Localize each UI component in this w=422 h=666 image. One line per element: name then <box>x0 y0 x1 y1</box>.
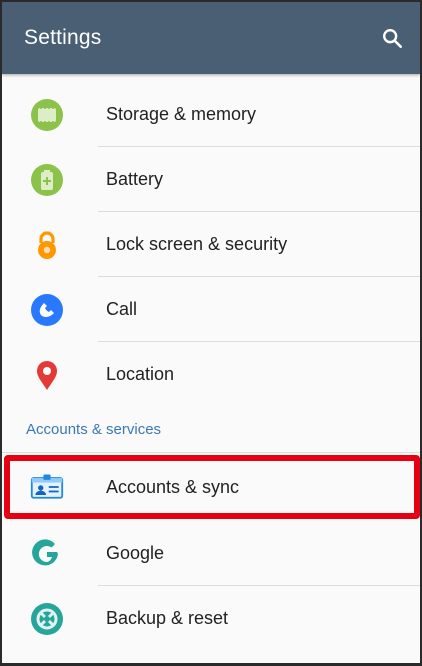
setting-label: Battery <box>106 169 164 189</box>
lock-icon <box>30 228 64 262</box>
backup-restore-icon <box>30 602 64 636</box>
setting-label: Storage & memory <box>106 104 257 124</box>
setting-label: Google <box>106 543 165 563</box>
search-icon <box>383 29 402 48</box>
setting-item-location[interactable]: Location <box>2 342 420 407</box>
setting-item-accounts-sync[interactable]: Accounts & sync <box>2 453 420 521</box>
search-button[interactable] <box>370 16 414 60</box>
section-header-accounts-services: Accounts & services <box>2 407 420 453</box>
setting-label: Location <box>106 364 175 384</box>
google-g-icon <box>30 537 64 571</box>
setting-item-backup-reset[interactable]: Backup & reset <box>2 586 420 651</box>
account-card-icon <box>30 470 64 504</box>
app-bar: Settings <box>2 2 420 74</box>
setting-label: Accounts & sync <box>106 476 240 497</box>
storage-icon <box>30 98 64 132</box>
setting-item-battery[interactable]: Battery <box>2 147 420 212</box>
location-pin-icon <box>30 358 64 392</box>
setting-label: Backup & reset <box>106 608 229 628</box>
settings-screen: Settings Storage & memory Battery Lock s… <box>0 0 422 666</box>
settings-list: Storage & memory Battery Lock screen & s… <box>2 82 420 651</box>
setting-label: Call <box>106 299 138 319</box>
setting-label: Lock screen & security <box>106 234 288 254</box>
phone-icon <box>30 293 64 327</box>
setting-item-lock-screen[interactable]: Lock screen & security <box>2 212 420 277</box>
setting-item-storage[interactable]: Storage & memory <box>2 82 420 147</box>
battery-icon <box>30 163 64 197</box>
page-title: Settings <box>24 26 102 49</box>
setting-item-google[interactable]: Google <box>2 521 420 586</box>
setting-item-call[interactable]: Call <box>2 277 420 342</box>
